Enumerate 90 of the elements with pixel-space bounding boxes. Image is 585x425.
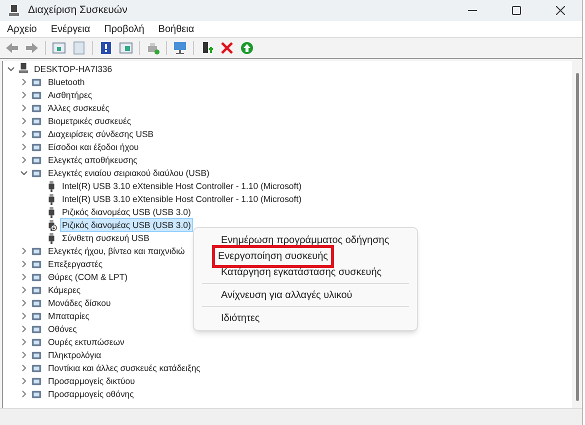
device-icon: [31, 272, 42, 282]
expand-chevron-icon[interactable]: [20, 260, 28, 268]
tree-item[interactable]: Ελεγκτές ενιαίου σειριακού διαύλου (USB): [47, 167, 210, 179]
device-icon: [31, 142, 42, 152]
expand-chevron-icon[interactable]: [20, 143, 28, 151]
tree-item[interactable]: Intel(R) USB 3.10 eXtensible Host Controller - 1.10 (Microsoft): [60, 192, 304, 206]
menu-item[interactable]: Προβολή: [104, 22, 144, 36]
device-icon: [31, 350, 42, 360]
device-icon: [31, 76, 42, 88]
collapse-chevron-icon[interactable]: [7, 64, 15, 73]
expand-chevron-icon[interactable]: [20, 364, 28, 372]
window-title: Διαχείριση Συσκευών: [28, 2, 128, 18]
delete-icon[interactable]: [220, 41, 234, 55]
tree-item[interactable]: Θύρες (COM & LPT): [47, 271, 129, 283]
help-icon[interactable]: [99, 41, 113, 55]
printer-icon[interactable]: [146, 41, 160, 55]
forward-arrow-icon[interactable]: [25, 41, 39, 55]
tree-item[interactable]: Ουρές εκτυπώσεων: [47, 336, 126, 348]
tree-item[interactable]: Σύνθετη συσκευή USB: [60, 231, 152, 245]
device-add-icon[interactable]: [200, 41, 214, 55]
menu-item[interactable]: Ανίχνευση για αλλαγές υλικού: [218, 286, 356, 304]
tree-item[interactable]: Είσοδοι και έξοδοι ήχου: [47, 141, 140, 153]
tree-item[interactable]: Μονάδες δίσκου: [47, 297, 112, 309]
tree-item[interactable]: Αισθητήρες: [47, 89, 94, 101]
tree-item[interactable]: Ριζικός διανομέας USB (USB 3.0): [60, 205, 193, 219]
tree-item[interactable]: Μπαταρίες: [47, 310, 90, 322]
device-icon: [31, 168, 42, 178]
back-arrow-icon[interactable]: [5, 41, 19, 55]
expand-chevron-icon[interactable]: [20, 104, 28, 112]
menu-item[interactable]: Ιδιότητες: [218, 310, 263, 326]
expand-chevron-icon[interactable]: [20, 91, 28, 99]
device-icon: [31, 336, 42, 348]
expand-chevron-icon[interactable]: [20, 312, 28, 320]
close-icon: [556, 6, 564, 15]
tree-item[interactable]: Άλλες συσκευές: [47, 102, 110, 114]
tree-item[interactable]: Προσαρμογείς δικτύου: [47, 375, 136, 387]
device-icon: [31, 116, 42, 126]
expand-chevron-icon[interactable]: [20, 286, 28, 294]
device-icon: [31, 388, 42, 400]
tree-item[interactable]: DESKTOP-HA7I336: [34, 62, 112, 75]
device-icon: [31, 128, 42, 140]
tree-item[interactable]: Intel(R) USB 3.10 eXtensible Host Controller - 1.10 (Microsoft): [60, 179, 304, 193]
device-icon: [31, 310, 42, 322]
expand-chevron-icon[interactable]: [20, 247, 28, 255]
computer-icon: [8, 4, 20, 16]
device-icon: [31, 298, 42, 308]
window-icon[interactable]: [119, 41, 133, 55]
expand-chevron-icon[interactable]: [20, 390, 28, 398]
device-icon: [31, 90, 42, 100]
monitor-icon[interactable]: [173, 41, 187, 55]
menu-item[interactable]: Αρχείο: [7, 22, 37, 36]
expand-chevron-icon[interactable]: [20, 299, 28, 307]
expand-chevron-icon[interactable]: [20, 273, 28, 281]
tree-item[interactable]: Ελεγκτές ήχου, βίντεο και παιχνιδιώ: [47, 245, 186, 257]
device-icon: [31, 376, 42, 386]
device-icon: [31, 284, 42, 296]
device-icon: [31, 102, 42, 114]
expand-chevron-icon[interactable]: [20, 78, 28, 86]
device-icon: [31, 324, 42, 334]
collapse-chevron-icon[interactable]: [20, 169, 28, 177]
tree-item[interactable]: Ελεγκτές αποθήκευσης: [47, 154, 138, 166]
menu-item[interactable]: Ενεργοποίηση συσκευής: [212, 244, 334, 268]
maximize-icon: [512, 6, 520, 15]
menu-item[interactable]: Βοήθεια: [158, 22, 194, 36]
window-icon[interactable]: [52, 41, 66, 55]
device-icon: [31, 362, 42, 374]
device-icon: [31, 258, 42, 270]
expand-chevron-icon[interactable]: [20, 117, 28, 125]
menu-item[interactable]: Ενέργεια: [50, 22, 90, 36]
computer-icon: [18, 63, 29, 74]
device-icon: [31, 154, 42, 166]
tree-item[interactable]: Βιομετρικές συσκευές: [47, 115, 132, 127]
tree-item[interactable]: Επεξεργαστές: [47, 258, 104, 270]
expand-chevron-icon[interactable]: [20, 338, 28, 346]
expand-chevron-icon[interactable]: [20, 156, 28, 164]
device-icon: [31, 246, 42, 256]
expand-chevron-icon[interactable]: [20, 325, 28, 333]
tree-item[interactable]: Διαχειρίσεις σύνδεσης USB: [47, 128, 155, 140]
tree-item[interactable]: Κάμερες: [47, 284, 82, 296]
tree-item[interactable]: Ποντίκια και άλλες συσκευές κατάδειξης: [47, 362, 202, 374]
tree-item[interactable]: Οθόνες: [47, 323, 78, 335]
minimize-icon: [468, 10, 476, 12]
expand-chevron-icon[interactable]: [20, 351, 28, 359]
tree-item[interactable]: Πληκτρολόγια: [47, 349, 102, 361]
tree-item[interactable]: Bluetooth: [47, 76, 86, 88]
expand-chevron-icon[interactable]: [20, 130, 28, 138]
upload-icon[interactable]: [240, 41, 254, 55]
expand-chevron-icon[interactable]: [20, 377, 28, 385]
scrollbar[interactable]: [572, 61, 582, 408]
tree-item[interactable]: Προσαρμογείς οθόνης: [47, 388, 135, 400]
